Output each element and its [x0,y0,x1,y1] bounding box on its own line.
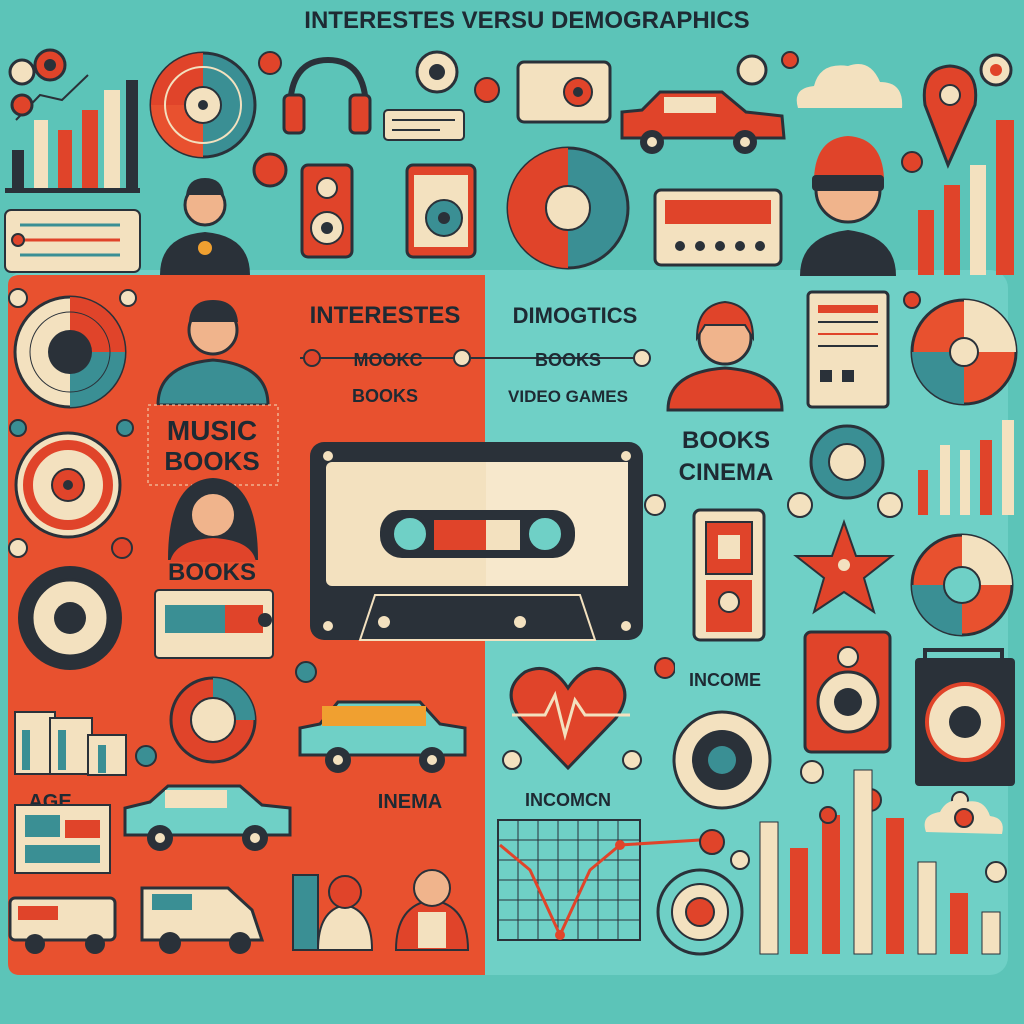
speaker-icon [405,163,477,259]
row-books-right: BOOKS [535,350,601,370]
dot-icon [644,494,666,516]
dot-icon [8,288,28,308]
dot-icon [119,289,137,307]
bar-icon [292,874,319,951]
dot-icon [622,750,642,770]
dot-icon [877,492,903,518]
dot-icon [730,850,750,870]
slider-panel-icon [4,209,141,273]
speaker-box-icon [915,648,1015,786]
infographic-svg: INTERESTES VERSU DEMOGRAPHICS MUSIC BOOK… [0,0,1024,1024]
dot-icon [8,538,28,558]
header-demographics-text: DIMOGTICS [513,303,638,328]
header-interests: INTERESTES [310,302,461,329]
label-books-right: BOOKS [682,427,770,454]
vinyl-record-icon [149,51,257,159]
dot-icon [901,151,923,173]
row-books: BOOKS [352,386,418,406]
label-income: INCOME [689,670,761,690]
document-icon [806,290,890,409]
target-disc-icon [656,868,744,956]
radio-icon [383,109,465,141]
center-teal-panel [485,275,690,405]
page-title: INTERESTES VERSU DEMOGRAPHICS [304,7,749,34]
dot-icon [781,51,799,69]
vinyl-record-icon [910,298,1018,406]
dot-icon [787,492,813,518]
infographic-canvas: INTERESTES VERSU DEMOGRAPHICS MUSIC BOOK… [0,0,1024,1024]
row-video-games: VIDEO GAMES [508,387,628,406]
label-cinema: CINEMA [679,459,774,486]
cassette-player-icon [516,60,612,124]
label-inema: INEMA [378,791,442,813]
speaker-icon [672,710,772,810]
dot-icon [903,291,921,309]
dot-icon [258,613,272,627]
speaker-icon [18,566,122,670]
vinyl-record-icon [14,431,122,539]
dot-icon [699,829,725,855]
dot-icon [985,861,1007,883]
tag-icon [154,589,274,659]
speaker-icon [692,508,766,642]
dot-icon [258,51,282,75]
vinyl-record-icon [13,295,127,409]
label-books-2: BOOKS [168,559,256,586]
dot-icon [990,64,1002,76]
dot-icon [295,661,317,683]
dot-icon [9,419,27,437]
dot-icon [654,657,676,679]
label-music: MUSIC [167,415,257,446]
speaker-icon [300,163,354,259]
label-books: BOOKS [164,446,259,476]
radio-icon [653,188,783,267]
knob-icon [809,424,885,500]
speaker-icon [803,630,892,754]
label-incomcn: INCOMCN [525,790,611,810]
dot-icon [736,54,768,86]
dot-icon [116,419,134,437]
pie-chart-icon [506,146,630,270]
pie-chart-icon [910,533,1014,637]
dot-icon [111,537,133,559]
dot-icon [252,152,288,188]
dot-icon [954,808,974,828]
dot-icon [135,745,157,767]
dot-icon [502,750,522,770]
cassette-tape-icon [310,442,643,641]
chart-board-icon [14,804,111,874]
dot-icon [800,760,824,784]
row-mookc: MOOKC [354,350,423,370]
pie-chart-icon [169,676,257,764]
